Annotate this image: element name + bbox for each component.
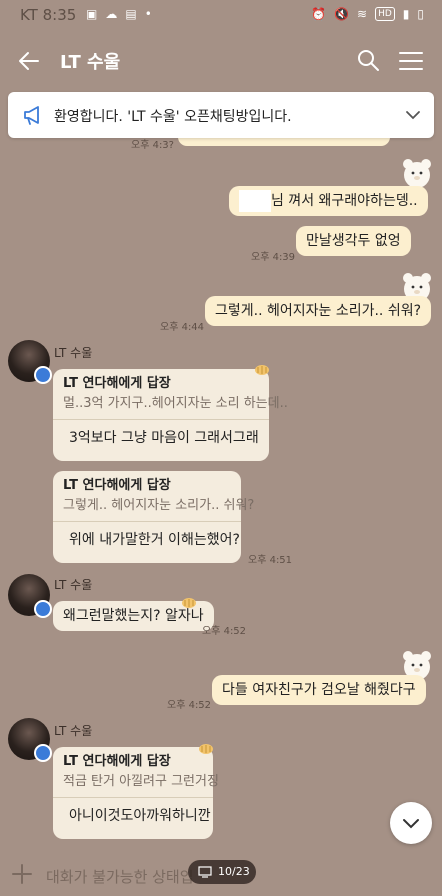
crown-badge-icon	[34, 366, 52, 384]
status-bar: KT 8:35 ▣ ☁ ▤ • ⏰ 🔇 ≋ HD ▮ ▯	[0, 0, 442, 32]
reply-message-bubble[interactable]: LT 연다해에게 답장 멀..3억 가지구..헤어지자눈 소리 하는데.. 3억…	[53, 369, 288, 461]
avatar[interactable]	[8, 718, 52, 762]
message-bubble-partial[interactable]	[178, 138, 390, 146]
scroll-down-button[interactable]	[390, 802, 432, 844]
crown-badge-icon	[34, 600, 52, 618]
message-text: 위에 내가말한거 이해는했어?	[69, 532, 240, 548]
dot-icon: •	[144, 7, 152, 21]
mute-icon: 🔇	[334, 7, 350, 21]
reaction-icon[interactable]	[198, 743, 214, 755]
reply-header: LT 연다해에게 답장	[63, 754, 171, 769]
megaphone-icon	[24, 106, 39, 125]
chat-app-icon: ▤	[125, 7, 137, 21]
image-icon: ▣	[86, 7, 98, 21]
plus-icon[interactable]	[12, 864, 32, 884]
message-time: 오후 4:52	[202, 626, 247, 637]
message-time: 오후 4:39	[251, 252, 296, 263]
hd-badge: HD	[375, 7, 395, 21]
battery-icon: ▯	[417, 7, 424, 21]
message-input-placeholder[interactable]: 대화가 불가능한 상태입	[46, 866, 194, 887]
notice-banner[interactable]: 환영합니다. 'LT 수울' 오픈채팅방입니다.	[8, 92, 434, 138]
chat-title: LT 수울	[60, 52, 121, 73]
page-indicator: 10/23	[188, 860, 256, 884]
message-text: 만날생각두 없엉	[306, 233, 401, 249]
blurred-image	[239, 190, 271, 212]
reaction-icon[interactable]	[254, 364, 270, 376]
page-counter: 10/23	[218, 865, 250, 878]
reaction-icon[interactable]	[181, 597, 197, 609]
message-time: 오후 4:52	[167, 700, 212, 711]
message-time: 오후 4:51	[248, 555, 293, 566]
chat-area[interactable]: 오후 4:3? 님 껴서 왜구래야하는뎅.. 만날생각두 없엉 오후 4:39 …	[0, 138, 442, 850]
sender-name: LT 수울	[54, 578, 93, 592]
message-text: 다들 여자친구가 검오날 해줬다구	[222, 682, 416, 698]
message-time: 오후 4:44	[160, 322, 205, 333]
my-message-bubble[interactable]: 만날생각두 없엉	[296, 226, 411, 256]
reply-header: LT 연다해에게 답장	[63, 478, 171, 493]
sender-name: LT 수울	[54, 724, 93, 738]
back-arrow-icon[interactable]	[16, 48, 42, 74]
my-message-bubble[interactable]: 그렇게.. 헤어지자눈 소리가.. 쉬워?	[205, 296, 432, 326]
chat-header: LT 수울	[0, 32, 442, 90]
menu-icon[interactable]	[398, 50, 424, 72]
message-time: 오후 4:3?	[131, 140, 174, 151]
alarm-icon: ⏰	[311, 7, 327, 21]
reply-message-bubble[interactable]: LT 연다해에게 답장 적금 탄거 아낄려구 그런거징 아니이것도아까워하니깐	[53, 747, 219, 839]
search-icon[interactable]	[356, 48, 380, 72]
reply-quote: 멀..3억 가지구..헤어지자눈 소리 하는데..	[53, 393, 288, 420]
system-icons: ⏰ 🔇 ≋ HD ▮ ▯	[311, 7, 424, 21]
reply-message-bubble[interactable]: LT 연다해에게 답장 그렇게.. 헤어지자눈 소리가.. 쉬워? 위에 내가말…	[53, 471, 254, 563]
signal-icon: ▮	[402, 7, 410, 21]
bear-sticker-icon	[403, 159, 431, 188]
reply-header: LT 연다해에게 답장	[63, 376, 171, 391]
sender-name: LT 수울	[54, 346, 93, 360]
carrier-label: KT	[20, 6, 38, 24]
notice-text: 환영합니다. 'LT 수울' 오픈채팅방입니다.	[54, 109, 292, 125]
chevron-down-icon	[403, 819, 419, 829]
avatar[interactable]	[8, 340, 52, 384]
message-text: 님 껴서 왜구래야하는뎅..	[271, 193, 418, 209]
status-time: KT 8:35	[20, 6, 76, 24]
screen-icon	[198, 866, 212, 878]
reply-quote: 그렇게.. 헤어지자눈 소리가.. 쉬워?	[53, 495, 254, 522]
clock-label: 8:35	[42, 6, 77, 24]
message-text: 그렇게.. 헤어지자눈 소리가.. 쉬워?	[215, 303, 422, 319]
message-text: 3억보다 그냥 마음이 그래서그래	[69, 430, 259, 446]
crown-badge-icon	[34, 744, 52, 762]
notification-icons: ▣ ☁ ▤ •	[86, 7, 152, 21]
avatar[interactable]	[8, 574, 52, 618]
reply-quote: 적금 탄거 아낄려구 그런거징	[53, 771, 219, 798]
chevron-down-icon[interactable]	[404, 106, 422, 124]
my-message-bubble[interactable]: 님 껴서 왜구래야하는뎅..	[229, 186, 428, 216]
cloud-icon: ☁	[105, 7, 118, 21]
message-text: 아니이것도아까워하니깐	[69, 808, 211, 824]
wifi-icon: ≋	[357, 7, 368, 21]
my-message-bubble[interactable]: 다들 여자친구가 검오날 해줬다구	[212, 675, 426, 705]
message-text: 왜그런말했는지? 알자나	[63, 608, 204, 624]
